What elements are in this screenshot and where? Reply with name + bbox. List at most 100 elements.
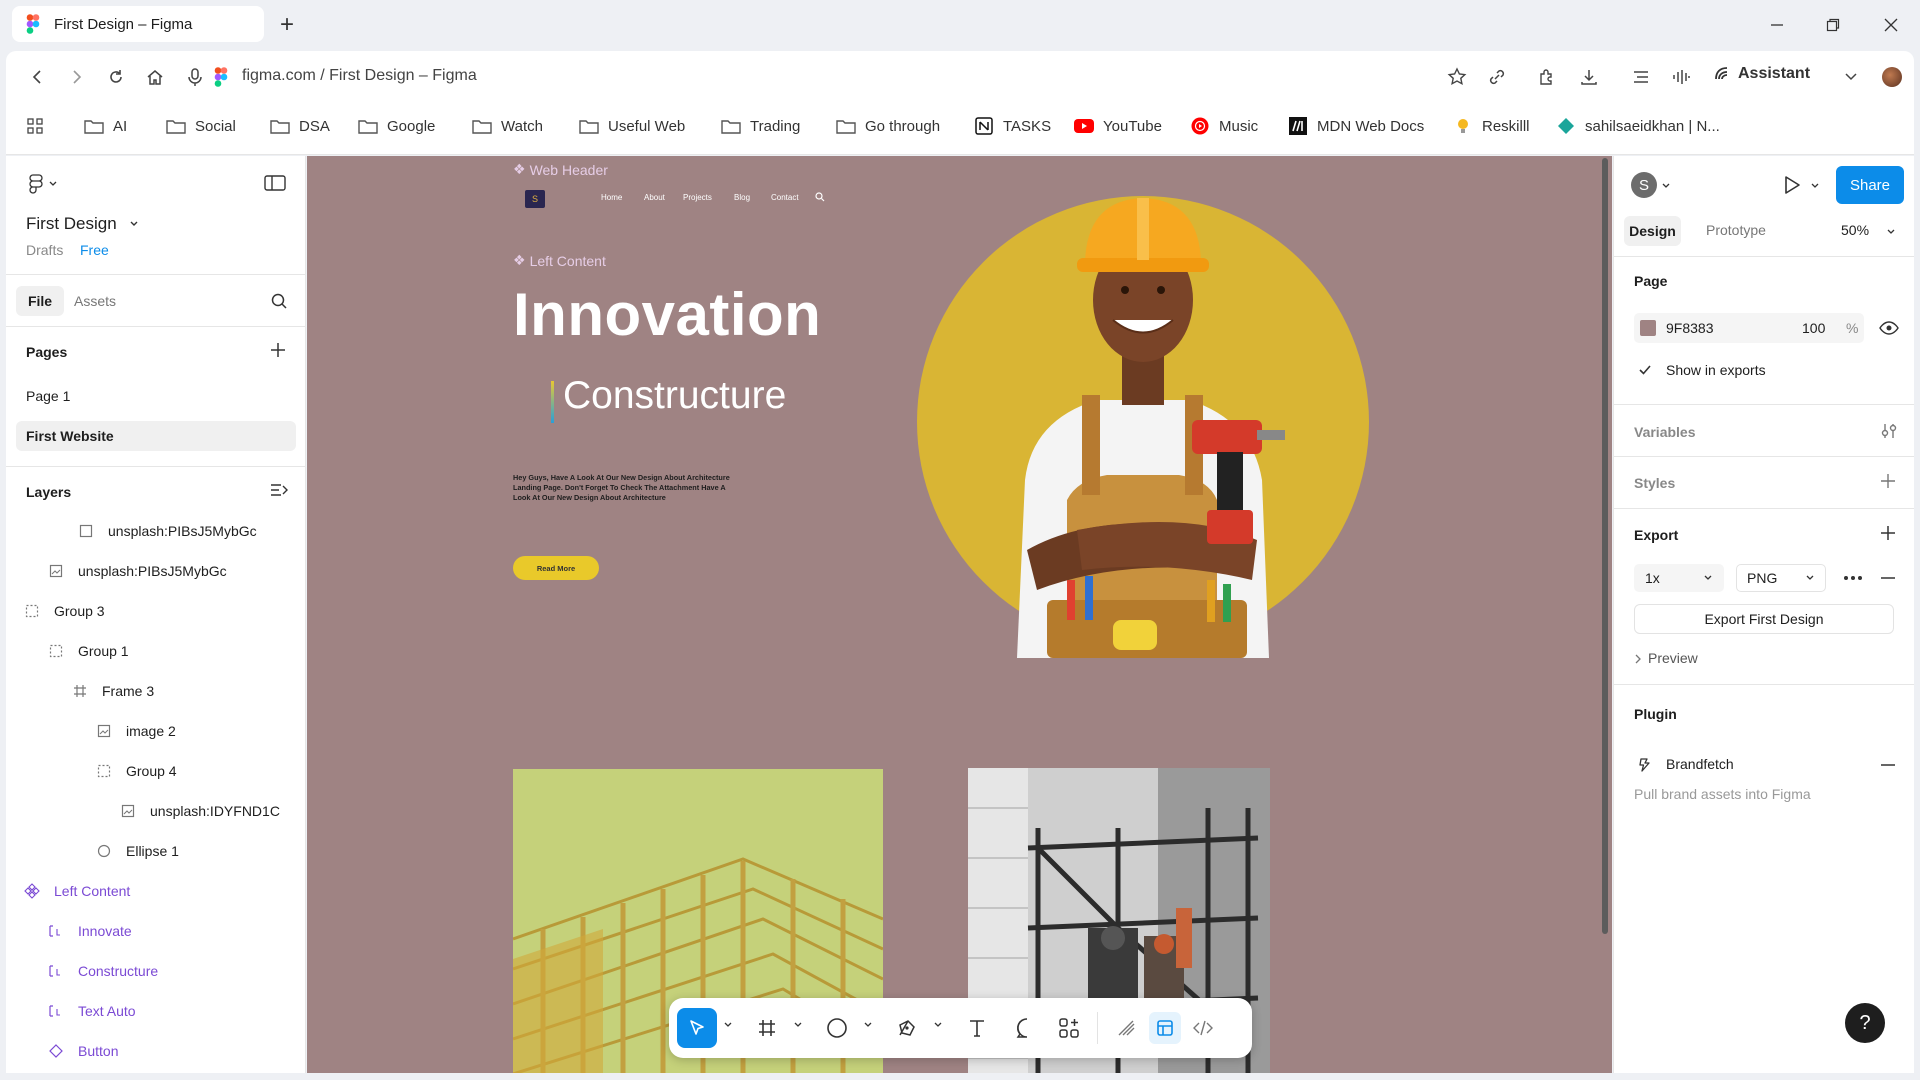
layer-list-icon[interactable] [270, 482, 288, 498]
bookmark-item[interactable]: YouTube [1074, 117, 1162, 135]
remove-export-icon[interactable] [1880, 570, 1896, 586]
ellipse-tool-icon[interactable] [821, 1012, 853, 1044]
site-search-icon[interactable] [815, 192, 825, 202]
add-page-icon[interactable] [270, 342, 286, 358]
home-icon[interactable] [144, 66, 166, 88]
link-icon[interactable] [1486, 66, 1508, 88]
close-icon[interactable] [1880, 14, 1902, 36]
share-button[interactable]: Share [1836, 166, 1904, 204]
site-nav-home[interactable]: Home [601, 193, 622, 202]
layer-item[interactable]: image 2 [96, 717, 176, 745]
layer-item[interactable]: Group 3 [24, 597, 105, 625]
bookmark-item[interactable]: DSA [270, 117, 330, 135]
bookmark-item[interactable]: Music [1190, 117, 1258, 135]
color-swatch[interactable] [1640, 320, 1656, 336]
bookmark-item[interactable]: Useful Web [579, 117, 685, 135]
layer-item[interactable]: Ellipse 1 [96, 837, 179, 865]
minimize-icon[interactable] [1766, 14, 1788, 36]
site-logo[interactable]: S [525, 190, 545, 208]
canvas-scrollbar[interactable] [1602, 158, 1608, 934]
web-header-frame-label[interactable]: ❖ Web Header [513, 161, 608, 178]
layer-item[interactable]: Constructure [48, 957, 158, 985]
bookmark-item[interactable]: Reskilll [1453, 117, 1530, 135]
bookmark-item[interactable]: Watch [472, 117, 543, 135]
layer-item[interactable]: Group 1 [48, 637, 129, 665]
sidebar-toggle-icon[interactable] [264, 174, 286, 192]
page-item[interactable]: Page 1 [16, 381, 296, 411]
chevron-down-icon[interactable] [933, 1020, 943, 1030]
bookmark-item[interactable]: TASKS [974, 117, 1051, 135]
layer-item[interactable]: Left Content [24, 877, 130, 905]
present-play-icon[interactable] [1782, 174, 1802, 196]
eye-icon[interactable] [1879, 320, 1899, 336]
microphone-icon[interactable] [184, 66, 206, 88]
chevron-down-icon[interactable] [863, 1020, 873, 1030]
dev-mode-icon[interactable] [1187, 1012, 1219, 1044]
layer-item[interactable]: unsplash:IDYFND1C [120, 797, 280, 825]
comment-tool-icon[interactable] [1011, 1012, 1043, 1044]
layer-item[interactable]: Group 4 [96, 757, 177, 785]
bookmark-item[interactable]: Go through [836, 117, 940, 135]
left-content-frame-label[interactable]: ❖ Left Content [513, 252, 606, 269]
profile-avatar[interactable] [1882, 67, 1902, 87]
hero-worker-image[interactable] [917, 180, 1369, 658]
checkbox-checked-icon[interactable] [1638, 363, 1652, 377]
layer-item[interactable]: unsplash:PIBsJ5MybGc [78, 517, 257, 545]
chevron-down-icon[interactable] [1810, 181, 1820, 191]
site-nav-contact[interactable]: Contact [771, 193, 799, 202]
bookmark-item[interactable]: sahilsaeidkhan | N... [1556, 117, 1720, 135]
bookmark-item[interactable]: Google [358, 117, 435, 135]
chevron-down-icon[interactable] [793, 1020, 803, 1030]
hero-subtitle[interactable]: Constructure [563, 374, 786, 418]
pen-tool-icon[interactable] [891, 1012, 923, 1044]
design-canvas[interactable]: ❖ Web Header S Home About Projects Blog … [307, 156, 1612, 1073]
draw-mode-icon[interactable] [1111, 1012, 1143, 1044]
remove-plugin-icon[interactable] [1880, 757, 1896, 773]
reading-list-icon[interactable] [1630, 66, 1652, 88]
back-icon[interactable] [26, 66, 48, 88]
move-tool-icon[interactable] [677, 1008, 717, 1048]
chevron-down-icon[interactable] [1661, 181, 1671, 191]
export-format-select[interactable]: PNG [1736, 564, 1826, 592]
restore-icon[interactable] [1822, 14, 1844, 36]
download-icon[interactable] [1578, 66, 1600, 88]
site-nav-projects[interactable]: Projects [683, 193, 712, 202]
tab-prototype[interactable]: Prototype [1706, 222, 1766, 238]
plan-badge[interactable]: Free [80, 242, 109, 258]
design-mode-icon[interactable] [1149, 1012, 1181, 1044]
preview-toggle[interactable]: Preview [1648, 650, 1698, 666]
tab-design[interactable]: Design [1624, 216, 1681, 246]
reload-icon[interactable] [105, 66, 127, 88]
extensions-icon[interactable] [1536, 66, 1558, 88]
page-opacity[interactable]: 100 [1802, 320, 1825, 336]
chevron-down-icon[interactable] [1886, 227, 1896, 237]
plugin-name[interactable]: Brandfetch [1666, 756, 1734, 772]
bookmark-item[interactable]: Social [166, 117, 236, 135]
add-style-icon[interactable] [1880, 473, 1896, 489]
text-tool-icon[interactable] [961, 1012, 993, 1044]
url-field[interactable]: figma.com / First Design – Figma [214, 67, 477, 87]
help-button[interactable]: ? [1845, 1003, 1885, 1043]
chevron-down-icon[interactable] [723, 1020, 733, 1030]
export-scale-select[interactable]: 1x [1634, 564, 1724, 592]
resources-tool-icon[interactable] [1053, 1012, 1085, 1044]
add-export-icon[interactable] [1880, 525, 1896, 541]
main-menu-button[interactable] [28, 174, 58, 194]
chevron-right-icon[interactable] [1634, 654, 1642, 664]
site-nav-blog[interactable]: Blog [734, 193, 750, 202]
export-button[interactable]: Export First Design [1634, 604, 1894, 634]
assistant-button[interactable]: Assistant [1712, 65, 1810, 83]
new-tab-button[interactable]: + [280, 13, 294, 37]
frame-tool-icon[interactable] [751, 1012, 783, 1044]
page-color-hex[interactable]: 9F8383 [1666, 320, 1713, 336]
layer-item[interactable]: Innovate [48, 917, 132, 945]
chevron-down-icon[interactable] [1840, 66, 1862, 88]
bookmark-star-icon[interactable] [1446, 66, 1468, 88]
apps-grid-icon[interactable] [26, 117, 44, 135]
page-item-selected[interactable]: First Website [16, 421, 296, 451]
search-icon[interactable] [270, 292, 288, 310]
page-color-field[interactable]: 9F8383 100 % [1634, 313, 1864, 343]
more-options-icon[interactable] [1842, 570, 1864, 586]
tab-assets[interactable]: Assets [74, 293, 116, 309]
variables-settings-icon[interactable] [1880, 422, 1898, 440]
